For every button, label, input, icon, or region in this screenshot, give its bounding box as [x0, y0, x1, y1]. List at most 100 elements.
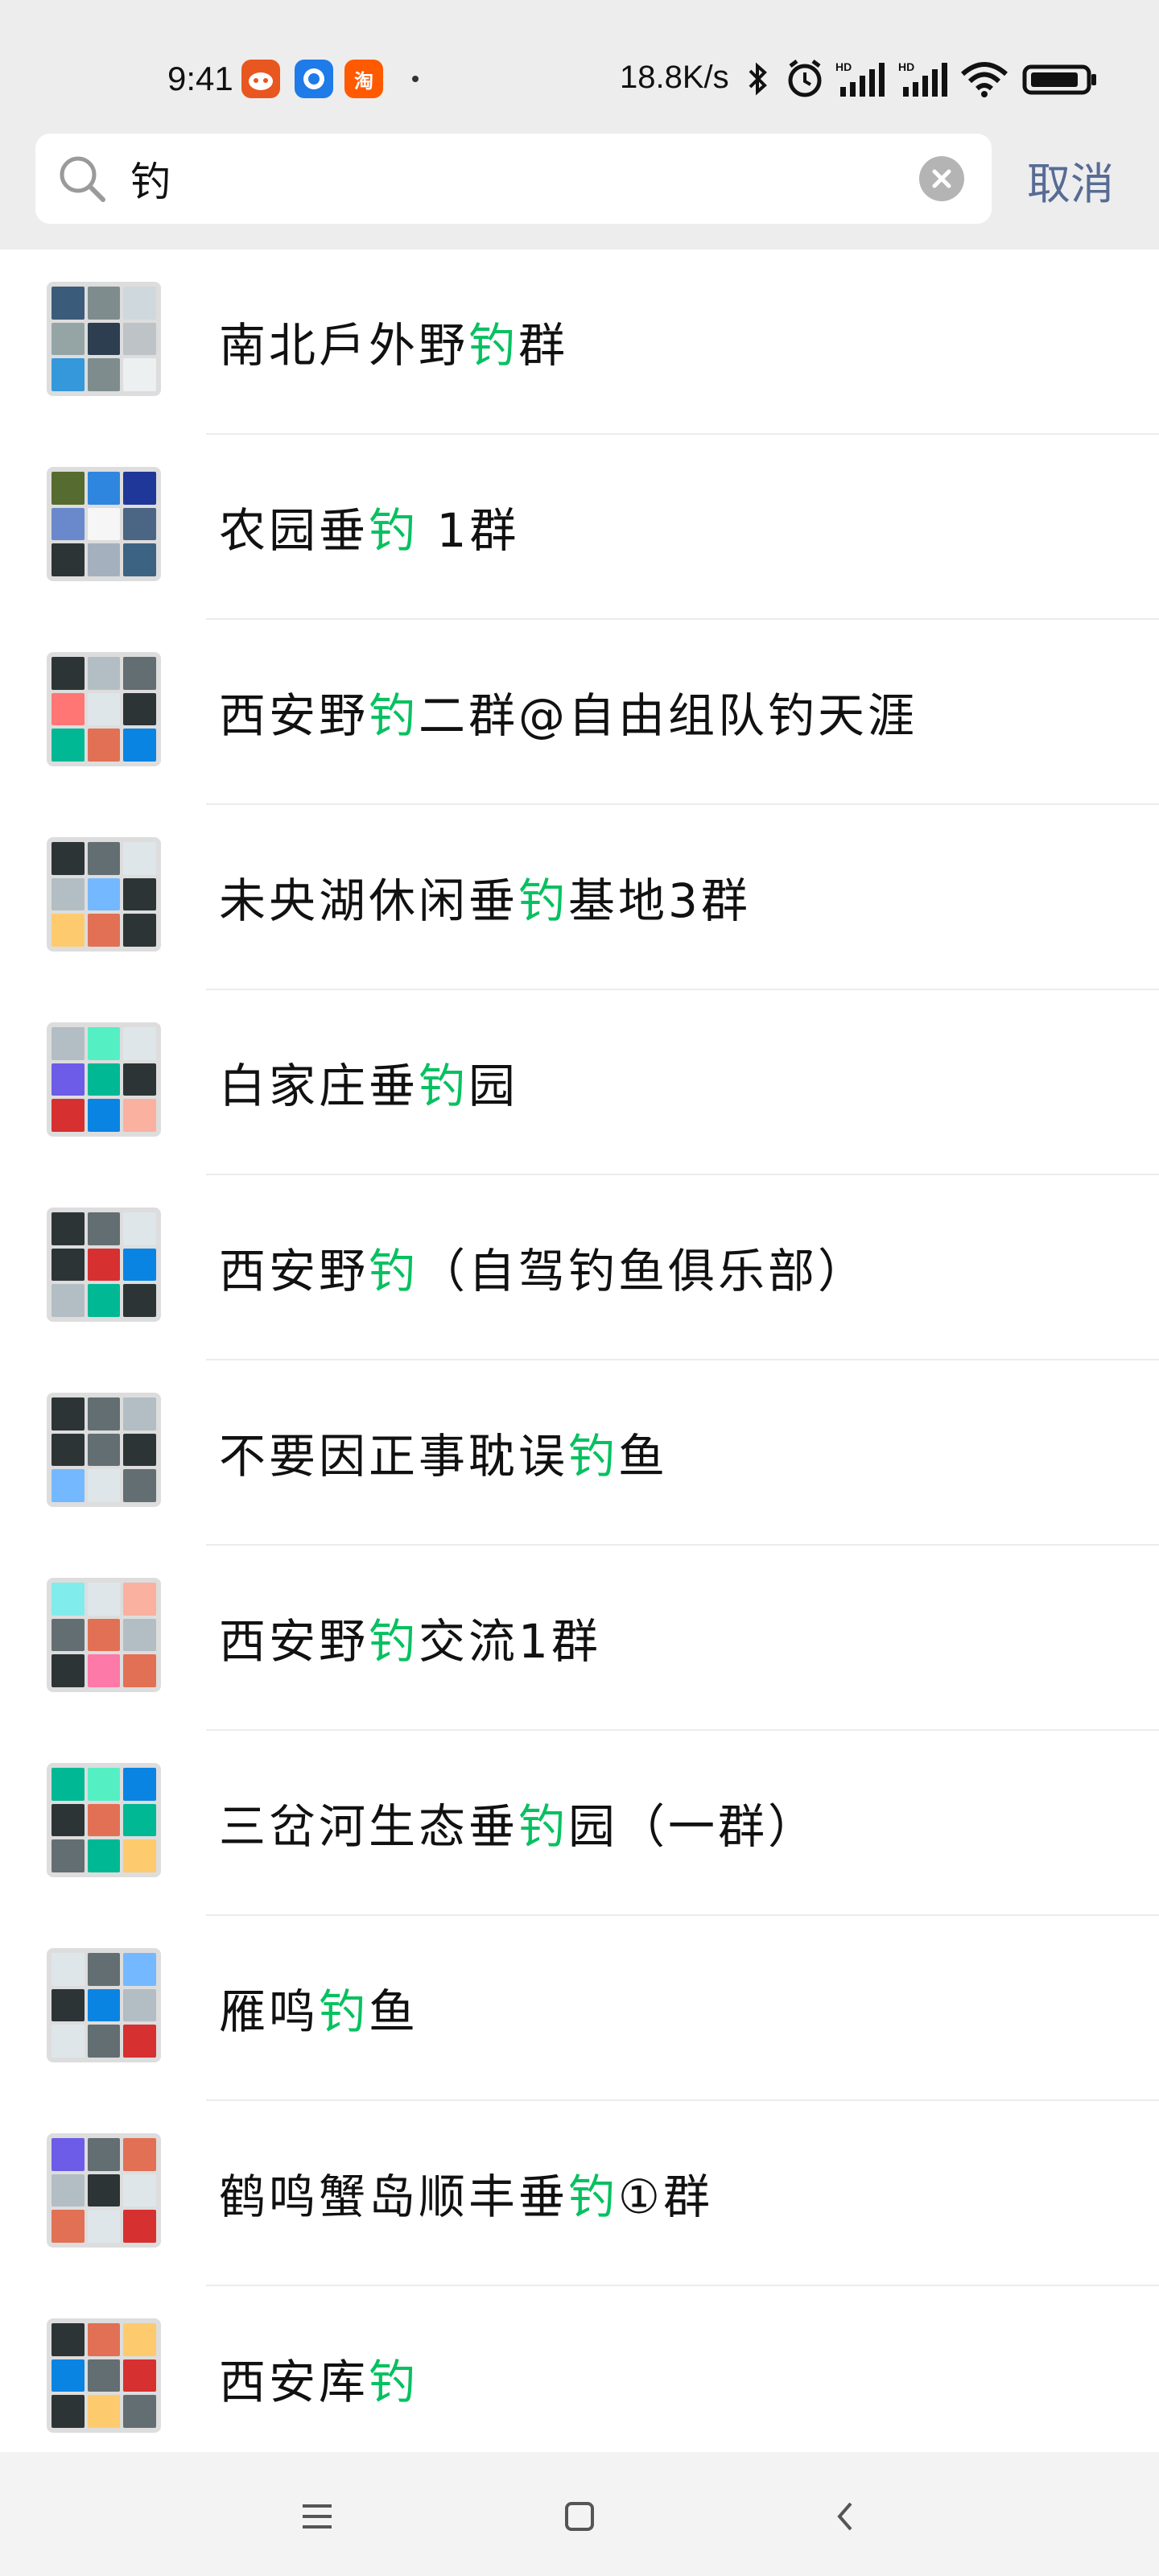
app-icon-orange: [241, 60, 280, 98]
avatar-tile: [52, 1839, 85, 1872]
avatar-tile: [52, 2359, 85, 2392]
back-icon[interactable]: [821, 2492, 869, 2541]
list-item[interactable]: 农园垂钓 1群: [0, 435, 1159, 620]
group-name: 西安野钓（自驾钓鱼俱乐部）: [219, 1233, 868, 1301]
group-name: 农园垂钓 1群: [219, 493, 519, 560]
avatar-tile: [87, 322, 121, 356]
avatar-tile: [123, 1433, 156, 1467]
avatar-tile: [123, 543, 156, 576]
avatar-tile: [87, 2138, 121, 2171]
list-item[interactable]: 三岔河生态垂钓园（一群）: [0, 1731, 1159, 1916]
group-name-text: 南北戶外野: [219, 318, 469, 373]
avatar-tile: [52, 1099, 85, 1132]
avatar-tile: [52, 1768, 85, 1801]
net-speed: 18.8K/s: [620, 60, 729, 95]
avatar-tile: [123, 1397, 156, 1430]
avatar-tile: [87, 2025, 121, 2058]
avatar-tile: [123, 657, 156, 690]
cancel-button[interactable]: 取消: [1027, 148, 1114, 212]
group-avatar: [47, 2133, 161, 2248]
avatar-tile: [87, 2323, 121, 2356]
list-item[interactable]: 西安野钓（自驾钓鱼俱乐部）: [0, 1175, 1159, 1360]
avatar-tile: [123, 914, 156, 947]
avatar-tile: [52, 1988, 85, 2022]
group-name: 南北戶外野钓群: [219, 308, 568, 375]
avatar-tile: [87, 1027, 121, 1060]
avatar-tile: [87, 2210, 121, 2243]
group-name-text: 鱼: [369, 1984, 419, 2039]
avatar-tile: [52, 2210, 85, 2243]
avatar-tile: [87, 543, 121, 576]
avatar-tile: [52, 1953, 85, 1986]
list-item[interactable]: 南北戶外野钓群: [0, 250, 1159, 435]
group-avatar: [47, 2318, 161, 2433]
bluetooth-icon: [745, 58, 769, 100]
avatar-tile: [87, 914, 121, 947]
avatar-tile: [87, 472, 121, 505]
group-name: 不要因正事耽误钓鱼: [219, 1418, 668, 1486]
avatar-tile: [87, 358, 121, 391]
avatar-tile: [87, 1063, 121, 1096]
avatar-tile: [87, 1988, 121, 2022]
avatar-tile: [87, 1212, 121, 1245]
alarm-icon: [784, 58, 826, 100]
avatar-tile: [87, 1248, 121, 1282]
avatar-tile: [52, 1397, 85, 1430]
avatar-tile: [52, 287, 85, 320]
avatar-tile: [52, 842, 85, 875]
group-name: 西安野钓二群@自由组队钓天涯: [219, 678, 918, 745]
avatar-tile: [87, 657, 121, 690]
avatar-tile: [123, 1654, 156, 1687]
wifi-icon: [959, 58, 1009, 100]
home-icon[interactable]: [555, 2492, 604, 2541]
search-bar[interactable]: [35, 134, 992, 224]
group-name-text: 西安野: [219, 1614, 369, 1669]
group-name: 三岔河生态垂钓园（一群）: [219, 1789, 818, 1856]
group-avatar: [47, 1208, 161, 1322]
list-item[interactable]: 鹤鸣蟹岛顺丰垂钓①群: [0, 2101, 1159, 2286]
avatar-tile: [52, 2174, 85, 2207]
list-item[interactable]: 未央湖休闲垂钓基地3群: [0, 805, 1159, 990]
list-item[interactable]: 不要因正事耽误钓鱼: [0, 1360, 1159, 1546]
avatar-tile: [87, 507, 121, 541]
avatar-tile: [52, 1284, 85, 1317]
group-name: 西安库钓: [219, 2344, 419, 2412]
group-name-text: 西安库: [219, 2355, 369, 2409]
avatar-tile: [123, 1248, 156, 1282]
top-area: 9:41 淘 18.8K/s HD HD 钓 取消: [0, 0, 1159, 250]
avatar-tile: [87, 1654, 121, 1687]
avatar-tile: [52, 1063, 85, 1096]
avatar-tile: [87, 1397, 121, 1430]
avatar-tile: [123, 1803, 156, 1837]
group-name-text: 西安野: [219, 1244, 369, 1298]
avatar-tile: [123, 1583, 156, 1616]
group-name: 白家庄垂钓园: [219, 1048, 518, 1116]
avatar-tile: [87, 842, 121, 875]
group-name-text: 鱼: [618, 1429, 669, 1484]
group-name-text: 不要因正事耽误: [219, 1429, 569, 1484]
avatar-tile: [87, 692, 121, 726]
list-item[interactable]: 西安库钓: [0, 2286, 1159, 2471]
search-input[interactable]: [130, 148, 855, 209]
avatar-tile: [123, 1469, 156, 1502]
match-highlight: 钓: [468, 318, 519, 373]
clear-search-icon[interactable]: [919, 156, 964, 201]
menu-icon[interactable]: [293, 2492, 341, 2541]
avatar-tile: [123, 1212, 156, 1245]
avatar-tile: [123, 358, 156, 391]
group-name-text: 鹤鸣蟹岛顺丰垂: [219, 2169, 569, 2224]
group-name-text: 白家庄垂: [219, 1059, 419, 1113]
avatar-tile: [52, 543, 85, 576]
avatar-tile: [87, 1618, 121, 1652]
avatar-tile: [52, 2138, 85, 2171]
list-item[interactable]: 西安野钓交流1群: [0, 1546, 1159, 1731]
match-highlight: 钓: [518, 1799, 569, 1854]
group-name-text: ①群: [618, 2169, 714, 2224]
avatar-tile: [87, 729, 121, 762]
list-item[interactable]: 雁鸣钓鱼: [0, 1916, 1159, 2101]
group-avatar: [47, 1393, 161, 1507]
avatar-tile: [123, 2025, 156, 2058]
list-item[interactable]: 西安野钓二群@自由组队钓天涯: [0, 620, 1159, 805]
avatar-tile: [123, 842, 156, 875]
list-item[interactable]: 白家庄垂钓园: [0, 990, 1159, 1175]
